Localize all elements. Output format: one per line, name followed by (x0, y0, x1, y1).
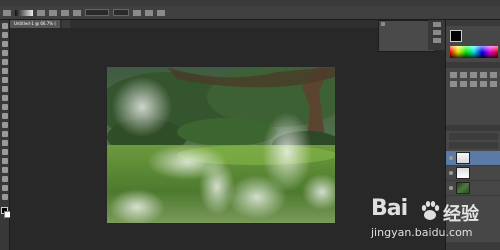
hand-tool-icon[interactable] (1, 185, 8, 191)
layer-thumbnail (456, 167, 470, 179)
eraser-tool-icon[interactable] (1, 113, 8, 119)
history-panel-icon[interactable] (432, 22, 441, 27)
pen-tool-icon[interactable] (1, 149, 8, 155)
black-white-icon[interactable] (470, 81, 477, 87)
reverse-checkbox[interactable] (133, 9, 141, 16)
watermark-brand-latin: Bai (371, 196, 408, 221)
blend-mode-select[interactable] (449, 133, 498, 140)
lasso-tool-icon[interactable] (1, 41, 8, 47)
options-bar (0, 6, 500, 20)
gradient-type-icon[interactable] (61, 9, 69, 16)
path-select-tool-icon[interactable] (1, 167, 8, 173)
photo-filter-icon[interactable] (480, 81, 487, 87)
gradient-swatch[interactable] (15, 9, 33, 16)
document-tab[interactable]: Untitled-1 @ 66.7% ( (10, 20, 60, 28)
blur-tool-icon[interactable] (1, 131, 8, 137)
gradient-type-icon[interactable] (73, 9, 81, 16)
crop-tool-icon[interactable] (1, 59, 8, 65)
layer-row[interactable] (446, 181, 500, 196)
color-swatches[interactable] (0, 207, 11, 218)
exposure-icon[interactable] (480, 72, 487, 78)
tab-layers[interactable] (446, 125, 450, 131)
mode-select[interactable] (85, 9, 109, 16)
visibility-eye-icon[interactable] (449, 156, 453, 160)
gradient-type-icon[interactable] (37, 9, 45, 16)
gradient-type-icon[interactable] (49, 9, 57, 16)
layer-thumbnail (456, 182, 470, 194)
hue-saturation-icon[interactable] (450, 81, 457, 87)
panel-dock-strip (428, 20, 445, 50)
quick-select-tool-icon[interactable] (1, 50, 8, 56)
adjustments-panel (446, 62, 500, 122)
zoom-tool-icon[interactable] (1, 194, 8, 200)
visibility-eye-icon[interactable] (449, 171, 453, 175)
type-tool-icon[interactable] (1, 158, 8, 164)
foreground-color-chip[interactable] (450, 30, 462, 42)
baidu-paw-icon (421, 201, 440, 220)
dither-checkbox[interactable] (145, 9, 153, 16)
layer-thumbnail (456, 152, 470, 164)
shape-tool-icon[interactable] (1, 176, 8, 182)
layer-lock-controls[interactable] (449, 142, 498, 149)
marquee-tool-icon[interactable] (1, 32, 8, 38)
watermark-brand-cn: 经验 (443, 204, 479, 225)
tab-color[interactable] (446, 20, 450, 26)
properties-panel-icon[interactable] (432, 38, 441, 43)
eyedropper-tool-icon[interactable] (1, 68, 8, 74)
dodge-tool-icon[interactable] (1, 140, 8, 146)
color-spectrum[interactable] (450, 46, 498, 58)
brightness-icon[interactable] (450, 72, 457, 78)
actions-panel-icon[interactable] (432, 30, 441, 35)
curves-icon[interactable] (470, 72, 477, 78)
layer-row[interactable] (446, 151, 500, 166)
brush-tool-icon[interactable] (1, 86, 8, 92)
levels-icon[interactable] (460, 72, 467, 78)
tab-adjustments[interactable] (446, 62, 450, 68)
tools-panel (0, 20, 11, 250)
color-panel (446, 20, 500, 60)
document-workspace (10, 28, 378, 250)
channel-mixer-icon[interactable] (490, 81, 497, 87)
baidu-jingyan-watermark: Bai 经验 jingyan.baidu.com (365, 196, 499, 248)
visibility-eye-icon[interactable] (449, 186, 453, 190)
color-balance-icon[interactable] (460, 81, 467, 87)
gradient-tool-icon[interactable] (1, 122, 8, 128)
tool-preset-icon[interactable] (3, 9, 11, 16)
watermark-url: jingyan.baidu.com (371, 226, 473, 239)
transparency-checkbox[interactable] (157, 9, 165, 16)
move-tool-icon[interactable] (1, 23, 8, 29)
tab-swatches[interactable] (452, 20, 456, 26)
document-tab[interactable] (61, 20, 70, 28)
vibrance-icon[interactable] (490, 72, 497, 78)
opacity-field[interactable] (113, 9, 129, 16)
clone-stamp-tool-icon[interactable] (1, 95, 8, 101)
healing-brush-tool-icon[interactable] (1, 77, 8, 83)
layer-row[interactable] (446, 166, 500, 181)
document-tab-bar: Untitled-1 @ 66.7% ( (10, 20, 378, 28)
canvas-image[interactable] (107, 67, 335, 223)
history-brush-tool-icon[interactable] (1, 104, 8, 110)
